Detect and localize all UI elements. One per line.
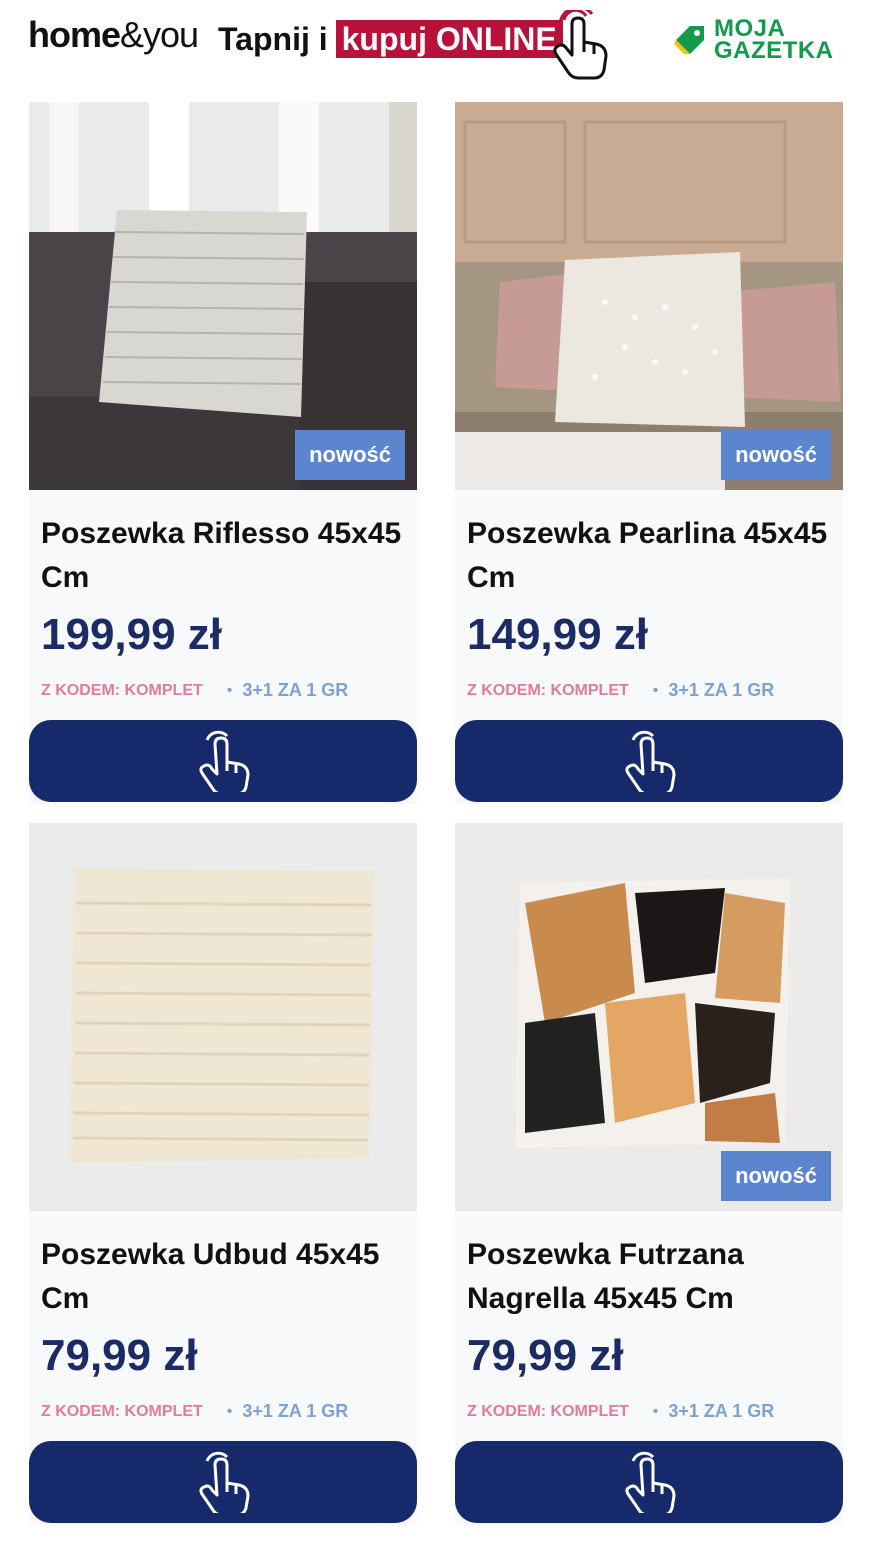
promo-code: Z KODEM: KOMPLET xyxy=(41,1402,203,1420)
promo-separator: • xyxy=(226,1402,233,1420)
buy-online-button[interactable] xyxy=(455,1441,843,1523)
promo-deal: 3+1 ZA 1 GR xyxy=(242,1401,349,1421)
new-badge: nowość xyxy=(721,1151,831,1201)
promo-separator: • xyxy=(226,681,233,699)
header: home&you Tapnij i kupuj ONLINE MOJA GAZE… xyxy=(0,0,872,90)
tap-hand-icon xyxy=(199,1451,250,1513)
buy-online-button[interactable] xyxy=(29,1441,417,1523)
product-image[interactable] xyxy=(29,823,417,1211)
promo-line: Z KODEM: KOMPLET • 3+1 ZA 1 GR xyxy=(41,1401,348,1422)
tap-hand-icon[interactable] xyxy=(552,10,610,80)
product-card[interactable]: nowość Poszewka Pearlina 45x45 Cm 149,99… xyxy=(455,102,843,804)
brand-logo-light: &you xyxy=(120,14,199,55)
promo-deal: 3+1 ZA 1 GR xyxy=(668,680,775,700)
new-badge: nowość xyxy=(721,430,831,480)
promo-line: Z KODEM: KOMPLET • 3+1 ZA 1 GR xyxy=(467,680,774,701)
product-title[interactable]: Poszewka Futrzana Nagrella 45x45 Cm xyxy=(467,1233,837,1321)
promo-code: Z KODEM: KOMPLET xyxy=(467,681,629,699)
promo-deal: 3+1 ZA 1 GR xyxy=(242,680,349,700)
brand-logo-bold: home xyxy=(28,14,121,55)
product-title[interactable]: Poszewka Pearlina 45x45 Cm xyxy=(467,512,837,600)
tag-icon xyxy=(674,26,704,54)
promo-line: Z KODEM: KOMPLET • 3+1 ZA 1 GR xyxy=(41,680,348,701)
product-price: 79,99 zł xyxy=(41,1331,198,1380)
promo-code: Z KODEM: KOMPLET xyxy=(467,1402,629,1420)
product-image[interactable]: nowość xyxy=(455,823,843,1211)
tap-hand-icon xyxy=(625,730,676,792)
brand-logo[interactable]: home&you xyxy=(28,14,199,56)
tap-hand-icon xyxy=(199,730,250,792)
product-card[interactable]: nowość Poszewka Riflesso 45x45 Cm 199,99… xyxy=(29,102,417,804)
product-title[interactable]: Poszewka Riflesso 45x45 Cm xyxy=(41,512,411,600)
pillow-photo xyxy=(29,823,417,1211)
tap-hand-icon xyxy=(625,1451,676,1513)
buy-online-button[interactable] xyxy=(29,720,417,802)
tagline-prefix: Tapnij i xyxy=(218,20,328,57)
tagline-highlight: kupuj ONLINE xyxy=(335,20,563,58)
product-card[interactable]: Poszewka Udbud 45x45 Cm 79,99 zł Z KODEM… xyxy=(29,823,417,1525)
product-title[interactable]: Poszewka Udbud 45x45 Cm xyxy=(41,1233,411,1321)
gazetka-line2: GAZETKA xyxy=(714,37,834,64)
buy-online-button[interactable] xyxy=(455,720,843,802)
promo-separator: • xyxy=(652,681,659,699)
moja-gazetka-logo[interactable]: MOJA GAZETKA xyxy=(672,17,834,64)
promo-separator: • xyxy=(652,1402,659,1420)
promo-line: Z KODEM: KOMPLET • 3+1 ZA 1 GR xyxy=(467,1401,774,1422)
product-price: 79,99 zł xyxy=(467,1331,624,1380)
product-image[interactable]: nowość xyxy=(29,102,417,490)
promo-code: Z KODEM: KOMPLET xyxy=(41,681,203,699)
product-price: 199,99 zł xyxy=(41,610,223,659)
promo-deal: 3+1 ZA 1 GR xyxy=(668,1401,775,1421)
tagline: Tapnij i kupuj ONLINE xyxy=(218,20,563,58)
product-card[interactable]: nowość Poszewka Futrzana Nagrella 45x45 … xyxy=(455,823,843,1525)
product-price: 149,99 zł xyxy=(467,610,649,659)
new-badge: nowość xyxy=(295,430,405,480)
product-image[interactable]: nowość xyxy=(455,102,843,490)
